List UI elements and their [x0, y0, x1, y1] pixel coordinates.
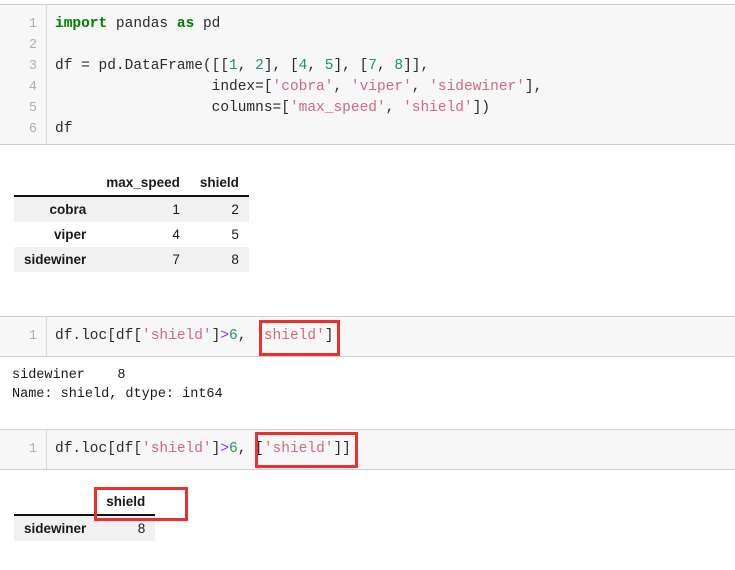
- dataframe-output-full: max_speed shield cobra 1 2 viper 4 5 sidewiner 7 8: [14, 170, 249, 272]
- line-number: 2: [28, 38, 37, 53]
- code-line: df: [55, 119, 735, 140]
- table-row: sidewiner 7 8: [14, 247, 249, 272]
- line-number-gutter-3: 1: [0, 430, 47, 469]
- code-editor-1[interactable]: import pandas as pd df = pd.DataFrame([[…: [47, 5, 735, 144]
- code-line: import pandas as pd: [55, 14, 735, 35]
- code-token: 8: [394, 58, 404, 74]
- table-header-row: shield: [14, 489, 156, 516]
- line-number-gutter-2: 1: [0, 317, 47, 356]
- code-token: 6: [229, 328, 238, 344]
- table-header-row: max_speed shield: [14, 170, 249, 197]
- code-token: 'max_speed': [289, 100, 386, 116]
- code-token: 6: [229, 441, 238, 457]
- table-row: sidewiner 8: [14, 515, 156, 541]
- code-token: ], [: [263, 58, 299, 74]
- row-index-label: viper: [14, 222, 97, 247]
- code-token: ]],: [403, 58, 430, 74]
- code-token: 'shield': [142, 328, 212, 344]
- line-number: 3: [28, 59, 37, 74]
- table-cell: 5: [189, 222, 249, 247]
- code-token: ,: [307, 58, 325, 74]
- code-token: pandas: [107, 16, 177, 32]
- code-token: ]]: [333, 441, 351, 457]
- table-cell: 8: [189, 247, 249, 272]
- dataframe-output-single: shield sidewiner 8: [14, 489, 156, 541]
- table-cell: 7: [96, 247, 190, 272]
- line-number-gutter-1: 1 2 3 4 5 6: [0, 5, 47, 144]
- code-token: 'shield': [142, 441, 212, 457]
- row-index-label: cobra: [14, 196, 97, 222]
- table-corner-cell: [14, 489, 97, 516]
- code-token: df.loc[df[: [55, 328, 143, 344]
- table-cell: 2: [189, 196, 249, 222]
- code-token: ,: [333, 79, 351, 95]
- code-token: ]): [472, 100, 491, 116]
- code-cell-3[interactable]: 1 df.loc[df['shield']>6, ['shield']]: [0, 429, 735, 470]
- code-token: ], [: [333, 58, 369, 74]
- code-token: ],: [524, 79, 543, 95]
- line-number: 4: [28, 80, 37, 95]
- code-token: 2: [255, 58, 264, 74]
- table-row: viper 4 5: [14, 222, 249, 247]
- code-token: ,: [237, 328, 256, 344]
- line-number: 1: [28, 17, 37, 32]
- code-token: 7: [368, 58, 377, 74]
- code-line: df = pd.DataFrame([[1, 2], [4, 5], [7, 8…: [55, 56, 735, 77]
- code-token: df: [55, 121, 73, 137]
- code-token: ,: [385, 100, 404, 116]
- code-token: , [: [237, 441, 264, 457]
- code-line: index=['cobra', 'viper', 'sidewiner'],: [55, 77, 735, 98]
- code-token: pd: [194, 16, 221, 32]
- code-token: 'shield': [255, 328, 325, 344]
- code-token: 'cobra': [272, 79, 334, 95]
- code-token: >: [220, 328, 230, 344]
- code-token: import: [55, 16, 108, 32]
- code-token: ,: [237, 58, 256, 74]
- table-corner-cell: [14, 170, 97, 197]
- code-line: df.loc[df['shield']>6, ['shield']]: [55, 439, 735, 460]
- code-token: ,: [411, 79, 430, 95]
- table-cell: 1: [96, 196, 190, 222]
- code-line: df.loc[df['shield']>6, 'shield']: [55, 326, 735, 347]
- code-token: df = pd.DataFrame([[: [55, 58, 230, 74]
- code-token: 'shield': [403, 100, 473, 116]
- code-token: 1: [229, 58, 238, 74]
- code-editor-3[interactable]: df.loc[df['shield']>6, ['shield']]: [47, 430, 735, 469]
- code-token: 'shield': [263, 441, 334, 457]
- table-cell: 8: [96, 515, 156, 541]
- line-number: 1: [28, 329, 37, 344]
- line-number: 5: [28, 101, 37, 116]
- code-token: ,: [376, 58, 395, 74]
- code-token: df.loc[df[: [55, 441, 143, 457]
- code-cell-1[interactable]: 1 2 3 4 5 6 import pandas as pd df = pd.…: [0, 4, 735, 145]
- code-token: ]: [324, 328, 334, 344]
- code-token: index=[: [55, 79, 273, 95]
- table-cell: 4: [96, 222, 190, 247]
- row-index-label: sidewiner: [14, 515, 97, 541]
- code-line: columns=['max_speed', 'shield']): [55, 98, 735, 119]
- code-cell-2[interactable]: 1 df.loc[df['shield']>6, 'shield']: [0, 316, 735, 357]
- code-editor-2[interactable]: df.loc[df['shield']>6, 'shield']: [47, 317, 735, 356]
- line-number: 6: [28, 122, 37, 137]
- code-token: >: [220, 441, 230, 457]
- column-header: shield: [189, 170, 249, 197]
- series-text-output: sidewiner 8 Name: shield, dtype: int64: [12, 368, 223, 402]
- line-number: 1: [28, 442, 37, 457]
- column-header: shield: [96, 489, 156, 516]
- code-token: 'sidewiner': [429, 79, 525, 95]
- code-token: 'viper': [350, 79, 412, 95]
- code-token: as: [176, 16, 195, 32]
- row-index-label: sidewiner: [14, 247, 97, 272]
- column-header: max_speed: [96, 170, 190, 197]
- code-token: columns=[: [55, 100, 290, 116]
- table-row: cobra 1 2: [14, 196, 249, 222]
